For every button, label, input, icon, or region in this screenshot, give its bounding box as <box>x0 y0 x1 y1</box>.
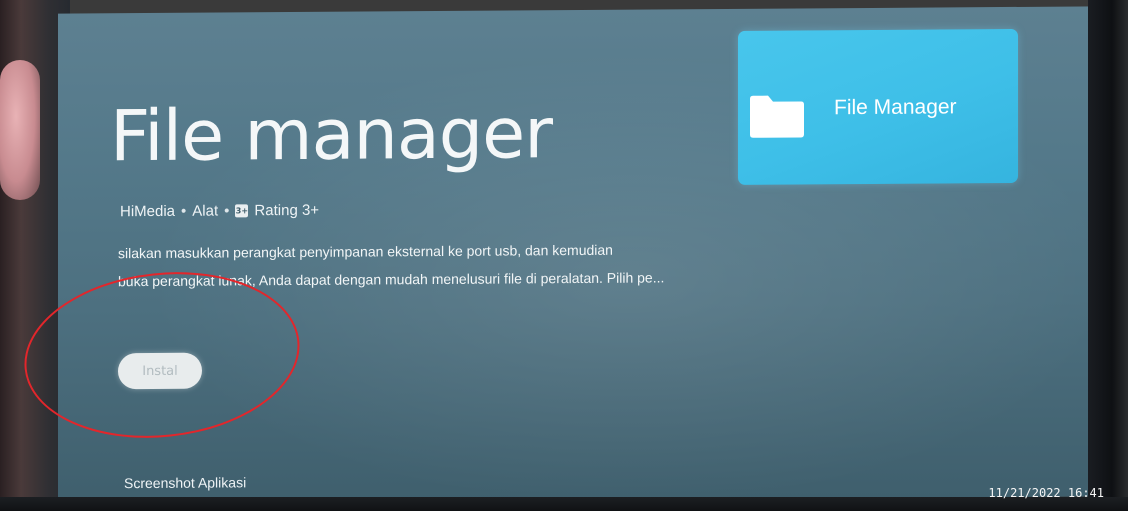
app-description[interactable]: silakan masukkan perangkat penyimpanan e… <box>118 235 738 295</box>
app-banner: File Manager <box>738 28 1018 185</box>
folder-icon <box>750 95 804 138</box>
photo-timestamp: 11/21/2022 16:41 <box>988 486 1104 500</box>
app-category: Alat <box>192 202 219 220</box>
description-line: silakan masukkan perangkat penyimpanan e… <box>118 241 613 262</box>
content-rating: Rating 3+ <box>254 201 320 220</box>
meta-separator: • <box>224 202 230 220</box>
description-line: buka perangkat lunak, Anda dapat dengan … <box>118 269 665 290</box>
background-object <box>0 60 40 200</box>
rating-icon: 3+ <box>235 204 249 218</box>
developer-name[interactable]: HiMedia <box>120 203 175 220</box>
tv-bezel-right <box>1088 0 1128 511</box>
app-banner-label: File Manager <box>834 95 957 120</box>
tv-photo: File manager HiMedia • Alat • 3+ Rating … <box>0 0 1128 511</box>
tv-bezel-bottom <box>0 497 1128 511</box>
install-button[interactable]: Instal <box>118 352 202 390</box>
tv-screen: File manager HiMedia • Alat • 3+ Rating … <box>58 6 1098 504</box>
meta-separator: • <box>181 202 187 220</box>
app-meta-row: HiMedia • Alat • 3+ Rating 3+ <box>120 202 319 220</box>
app-title: File manager <box>110 92 553 178</box>
screenshots-section-title: Screenshot Aplikasi <box>124 474 247 492</box>
